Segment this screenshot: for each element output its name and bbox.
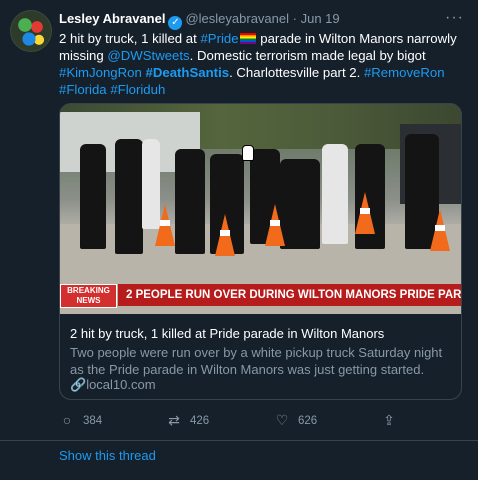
traffic-cone — [155, 204, 175, 246]
author-name[interactable]: Lesley Abravanel — [59, 11, 165, 26]
tweet-actions: ○ 384 ⇄ 426 ♡ 626 ⇪ — [59, 410, 459, 430]
pride-flag-icon — [239, 33, 256, 44]
hashtag-link[interactable]: #Floriduh — [110, 82, 165, 97]
retweet-icon: ⇄ — [168, 412, 180, 428]
hashtag-pride[interactable]: #Pride — [200, 31, 238, 46]
card-title[interactable]: 2 hit by truck, 1 killed at Pride parade… — [70, 325, 455, 342]
more-horizontal-icon[interactable]: ··· — [445, 9, 464, 27]
reply-count: 384 — [83, 415, 103, 427]
police-officer — [115, 139, 143, 254]
card-description: Two people were run over by a white pick… — [70, 345, 443, 377]
breaking-news-badge: BREAKING NEWS — [60, 284, 117, 308]
police-officer — [80, 144, 106, 249]
traffic-cone — [265, 204, 285, 246]
hashtag-link[interactable]: #Florida — [59, 82, 107, 97]
traffic-cone — [430, 209, 450, 251]
breaking-line-1: BREAKING — [67, 286, 110, 295]
reply-button[interactable]: ○ 384 — [59, 410, 102, 430]
show-thread-link[interactable]: Show this thread — [59, 448, 156, 463]
news-ticker: 2 PEOPLE RUN OVER DURING WILTON MANORS P… — [118, 284, 461, 306]
hashtag-link[interactable]: #RemoveRon — [364, 65, 445, 80]
card-domain-text: local10.com — [86, 377, 156, 392]
tweet-date[interactable]: Jun 19 — [301, 11, 340, 26]
tweet-text: 2 hit by truck, 1 killed at #Pride parad… — [59, 30, 459, 98]
link-card[interactable]: BREAKING NEWS 2 PEOPLE RUN OVER DURING W… — [59, 103, 462, 400]
retweet-button[interactable]: ⇄ 426 — [166, 410, 209, 430]
tweet-header: Lesley Abravanel ✓ @lesleyabravanel · Jun … — [59, 10, 450, 30]
traffic-cone — [355, 192, 375, 234]
tweet-text-part: 2 hit by truck, 1 killed at — [59, 31, 201, 46]
police-officer — [280, 159, 320, 249]
retweet-count: 426 — [190, 415, 210, 427]
breaking-line-2: NEWS — [76, 296, 101, 305]
link-icon: 🔗 — [70, 377, 87, 392]
news-photo[interactable]: BREAKING NEWS 2 PEOPLE RUN OVER DURING W… — [60, 104, 461, 314]
author-handle[interactable]: @lesleyabravanel — [185, 11, 289, 26]
bystander — [322, 144, 348, 244]
verified-badge-icon: ✓ — [168, 16, 183, 30]
like-button[interactable]: ♡ 626 — [274, 410, 317, 430]
avatar[interactable] — [10, 10, 52, 52]
mention-link[interactable]: @DWStweets — [107, 48, 189, 63]
tweet[interactable]: Lesley Abravanel ✓ @lesleyabravanel · Jun … — [0, 0, 478, 441]
mouse-cursor — [242, 145, 254, 161]
hashtag-link[interactable]: #KimJongRon — [59, 65, 142, 80]
tweet-text-part: . Charlottesville part 2. — [229, 65, 364, 80]
share-icon: ⇪ — [383, 412, 395, 428]
reply-icon: ○ — [62, 412, 72, 428]
like-count: 626 — [298, 415, 318, 427]
share-button[interactable]: ⇪ — [381, 410, 405, 430]
heart-icon: ♡ — [275, 412, 289, 428]
police-officer — [175, 149, 205, 254]
separator: · — [292, 11, 297, 26]
card-domain: 🔗local10.com — [70, 377, 156, 393]
traffic-cone — [215, 214, 235, 256]
hashtag-link[interactable]: #DeathSantis — [146, 65, 230, 80]
tweet-text-part: . Domestic terrorism made legal by bigot — [189, 48, 426, 63]
